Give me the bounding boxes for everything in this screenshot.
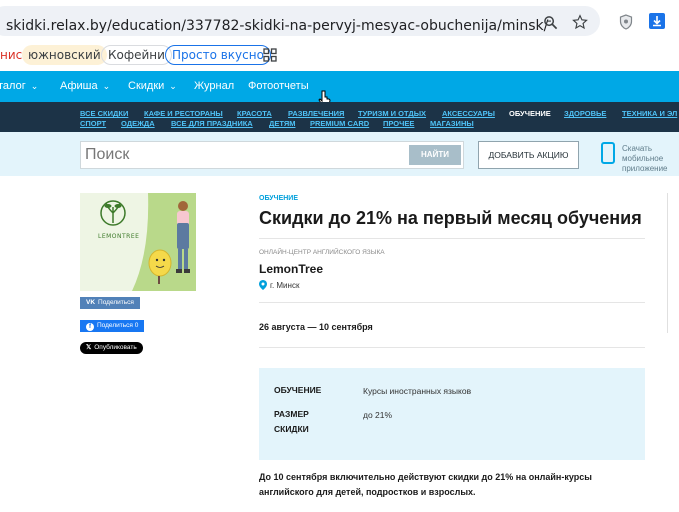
- info-label-text: СКИДКИ: [274, 424, 309, 434]
- location-pin-icon: [259, 280, 267, 290]
- info-value-discount: до 21%: [363, 410, 393, 420]
- site-top-nav: талог ⌄ Афиша ⌄ Скидки ⌄ Журнал Фотоотчеты: [0, 71, 679, 107]
- divider: [259, 347, 645, 348]
- bookmark-2[interactable]: южновский: [22, 45, 107, 65]
- nav-journal[interactable]: Журнал: [194, 71, 234, 102]
- logo-wordmark: LEMONTREE: [98, 233, 139, 240]
- x-share-label: Опубликовать: [94, 344, 137, 351]
- nav-photoreports[interactable]: Фотоотчеты: [248, 71, 309, 102]
- facebook-share-button[interactable]: f Поделиться 0: [80, 320, 145, 332]
- nav-catalog[interactable]: талог ⌄: [0, 71, 38, 102]
- info-label-discount: РАЗМЕР СКИДКИ: [274, 407, 309, 437]
- cat-cafe[interactable]: КАФЕ И РЕСТОРАНЫ: [144, 109, 223, 118]
- star-icon[interactable]: [570, 12, 590, 32]
- chevron-down-icon: ⌄: [169, 81, 177, 91]
- vk-icon: VK: [86, 299, 96, 306]
- bookmark-4[interactable]: Просто вкусно: [165, 45, 271, 65]
- nav-skidki-label: Скидки: [128, 80, 165, 92]
- org-type: ОНЛАЙН-ЦЕНТР АНГЛИЙСКОГО ЯЗЫКА: [259, 249, 385, 256]
- phone-icon[interactable]: [601, 142, 615, 164]
- info-label-text: РАЗМЕР: [274, 409, 309, 419]
- facebook-icon: f: [86, 323, 94, 331]
- org-name[interactable]: LemonTree: [259, 262, 323, 276]
- cat-accessories[interactable]: АКСЕССУАРЫ: [442, 109, 495, 118]
- facebook-share-label: Поделиться 0: [97, 322, 139, 329]
- cat-premium[interactable]: PREMIUM CARD: [310, 119, 369, 128]
- bookmark-3[interactable]: Кофейни: [101, 45, 172, 65]
- zoom-icon[interactable]: [540, 12, 560, 32]
- vk-share-label: Поделиться: [98, 299, 134, 306]
- cat-all[interactable]: ВСЕ СКИДКИ: [80, 109, 128, 118]
- cat-beauty[interactable]: КРАСОТА: [237, 109, 272, 118]
- cat-other[interactable]: ПРОЧЕЕ: [383, 119, 414, 128]
- deal-description: До 10 сентября включительно действуют ск…: [259, 472, 592, 497]
- chevron-down-icon: ⌄: [30, 81, 39, 91]
- cat-holiday[interactable]: ВСЕ ДЛЯ ПРАЗДНИКА: [171, 119, 253, 128]
- cat-children[interactable]: ДЕТЯМ: [269, 119, 295, 128]
- nav-afisha-label: Афиша: [60, 80, 98, 92]
- cat-entertainment[interactable]: РАЗВЛЕЧЕНИЯ: [288, 109, 344, 118]
- cat-health[interactable]: ЗДОРОВЬЕ: [564, 109, 606, 118]
- city: г. Минск: [270, 281, 300, 290]
- category-bar: ВСЕ СКИДКИ КАФЕ И РЕСТОРАНЫ КРАСОТА РАЗВ…: [0, 102, 679, 132]
- divider: [259, 302, 645, 303]
- info-label-education: ОБУЧЕНИЕ: [274, 383, 321, 398]
- nav-afisha[interactable]: Афиша ⌄: [60, 71, 110, 102]
- cat-tourism[interactable]: ТУРИЗМ И ОТДЫХ: [358, 109, 426, 118]
- x-share-button[interactable]: 𝕏 Опубликовать: [80, 342, 143, 354]
- nav-journal-label: Журнал: [194, 80, 235, 92]
- right-sidebar-edge: [667, 193, 679, 333]
- search-input[interactable]: [85, 145, 405, 165]
- deal-category[interactable]: ОБУЧЕНИЕ: [259, 195, 298, 202]
- cat-sport[interactable]: СПОРТ: [80, 119, 106, 128]
- deal-image: LEMONTREE: [80, 193, 196, 291]
- x-icon: 𝕏: [86, 344, 92, 351]
- divider: [259, 238, 645, 239]
- cat-education[interactable]: ОБУЧЕНИЕ: [509, 109, 551, 118]
- cat-tech[interactable]: ТЕХНИКА И ЭЛ: [622, 109, 677, 118]
- browser-chrome: skidki.relax.by/education/337782-skidki-…: [0, 0, 679, 71]
- search-button[interactable]: НАЙТИ: [409, 145, 461, 165]
- cat-shops[interactable]: МАГАЗИНЫ: [430, 119, 474, 128]
- deal-dates: 26 августа — 10 сентября: [259, 322, 373, 332]
- bookmarks-bar: нис южновский Кофейни Просто вкусно: [0, 42, 679, 68]
- nav-photoreports-label: Фотоотчеты: [248, 80, 309, 92]
- search-zone: НАЙТИ ДОБАВИТЬ АКЦИЮ Скачать мобильное п…: [0, 132, 679, 176]
- lemontree-illustration: LEMONTREE: [80, 193, 196, 291]
- nav-catalog-label: талог: [0, 80, 26, 92]
- shield-extension-icon[interactable]: [616, 12, 636, 32]
- cat-clothes[interactable]: ОДЕЖДА: [121, 119, 155, 128]
- deal-info-box: ОБУЧЕНИЕ Курсы иностранных языков РАЗМЕР…: [259, 368, 645, 460]
- info-label-text: ОБУЧЕНИЕ: [274, 385, 322, 395]
- search-box: НАЙТИ: [80, 141, 464, 169]
- url-text[interactable]: skidki.relax.by/education/337782-skidki-…: [6, 18, 548, 34]
- chevron-down-icon: ⌄: [102, 81, 111, 91]
- apps-grid-icon[interactable]: [262, 47, 278, 63]
- address-bar[interactable]: skidki.relax.by/education/337782-skidki-…: [0, 6, 600, 36]
- page-title: Скидки до 21% на первый месяц обучения: [259, 208, 642, 228]
- vk-share-button[interactable]: VK Поделиться: [80, 297, 140, 309]
- info-value-education: Курсы иностранных языков: [363, 386, 472, 396]
- app-download-link[interactable]: Скачать мобильное приложение: [622, 144, 679, 174]
- nav-skidki[interactable]: Скидки ⌄: [128, 71, 177, 102]
- add-deal-button[interactable]: ДОБАВИТЬ АКЦИЮ: [478, 141, 579, 169]
- download-icon[interactable]: [647, 11, 667, 31]
